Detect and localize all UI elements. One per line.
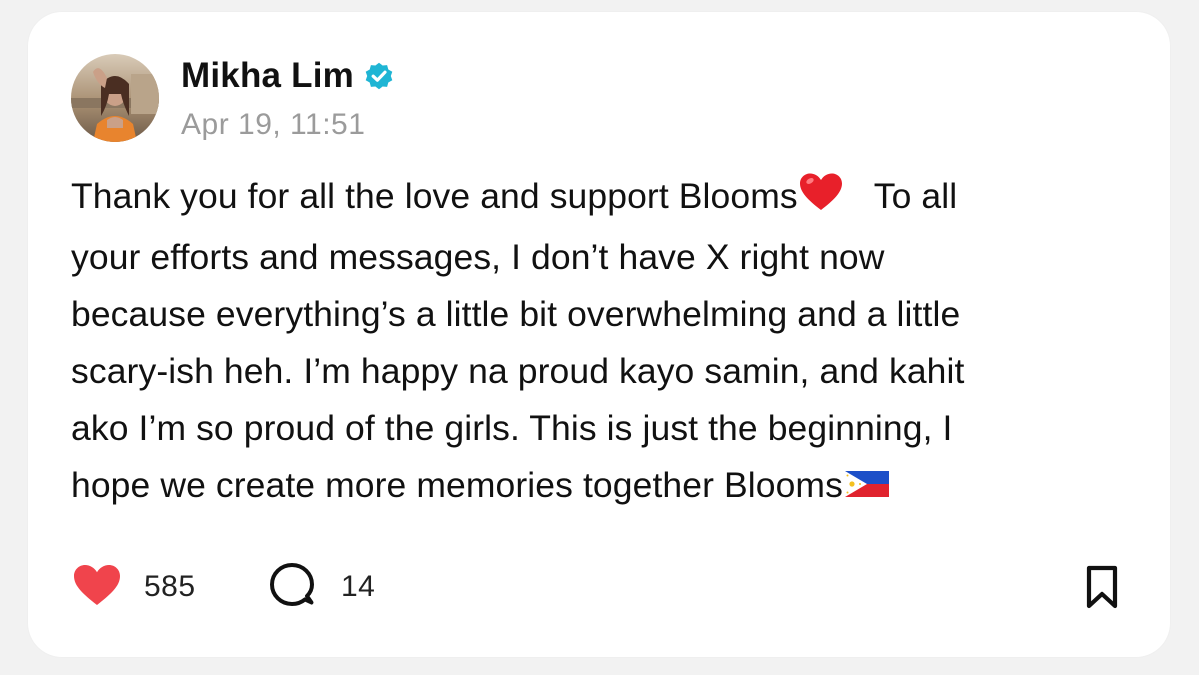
comment-button[interactable]: 14 xyxy=(269,562,376,613)
avatar[interactable] xyxy=(71,54,159,142)
post-text-line: because everything’s a little bit overwh… xyxy=(71,294,961,334)
post-text-line: your efforts and messages, I don’t have … xyxy=(71,237,885,277)
verified-badge-icon xyxy=(363,60,395,92)
author-row: Mikha Lim xyxy=(181,56,395,96)
red-heart-emoji xyxy=(798,172,844,229)
post-card: Mikha Lim Apr 19, 11:51 Thank you for al… xyxy=(28,12,1170,657)
philippines-flag-emoji xyxy=(843,461,891,518)
post-text-line: Thank you for all the love and support B… xyxy=(71,168,1141,229)
like-button[interactable]: 585 xyxy=(72,564,196,610)
post-timestamp: Apr 19, 11:51 xyxy=(181,108,366,141)
post-text-line: hope we create more memories together Bl… xyxy=(71,457,1141,518)
comment-count: 14 xyxy=(341,570,376,603)
post-text: Thank you for all the love and support B… xyxy=(71,168,1141,518)
post-text-line: scary-ish heh. I’m happy na proud kayo s… xyxy=(71,351,965,391)
like-count: 585 xyxy=(144,570,196,603)
comment-bubble-icon xyxy=(269,562,315,613)
heart-icon xyxy=(72,563,122,612)
post-text-line: ako I’m so proud of the girls. This is j… xyxy=(71,408,953,448)
author-name[interactable]: Mikha Lim xyxy=(181,56,354,96)
bookmark-button[interactable] xyxy=(1080,565,1124,614)
bookmark-icon xyxy=(1082,565,1122,614)
